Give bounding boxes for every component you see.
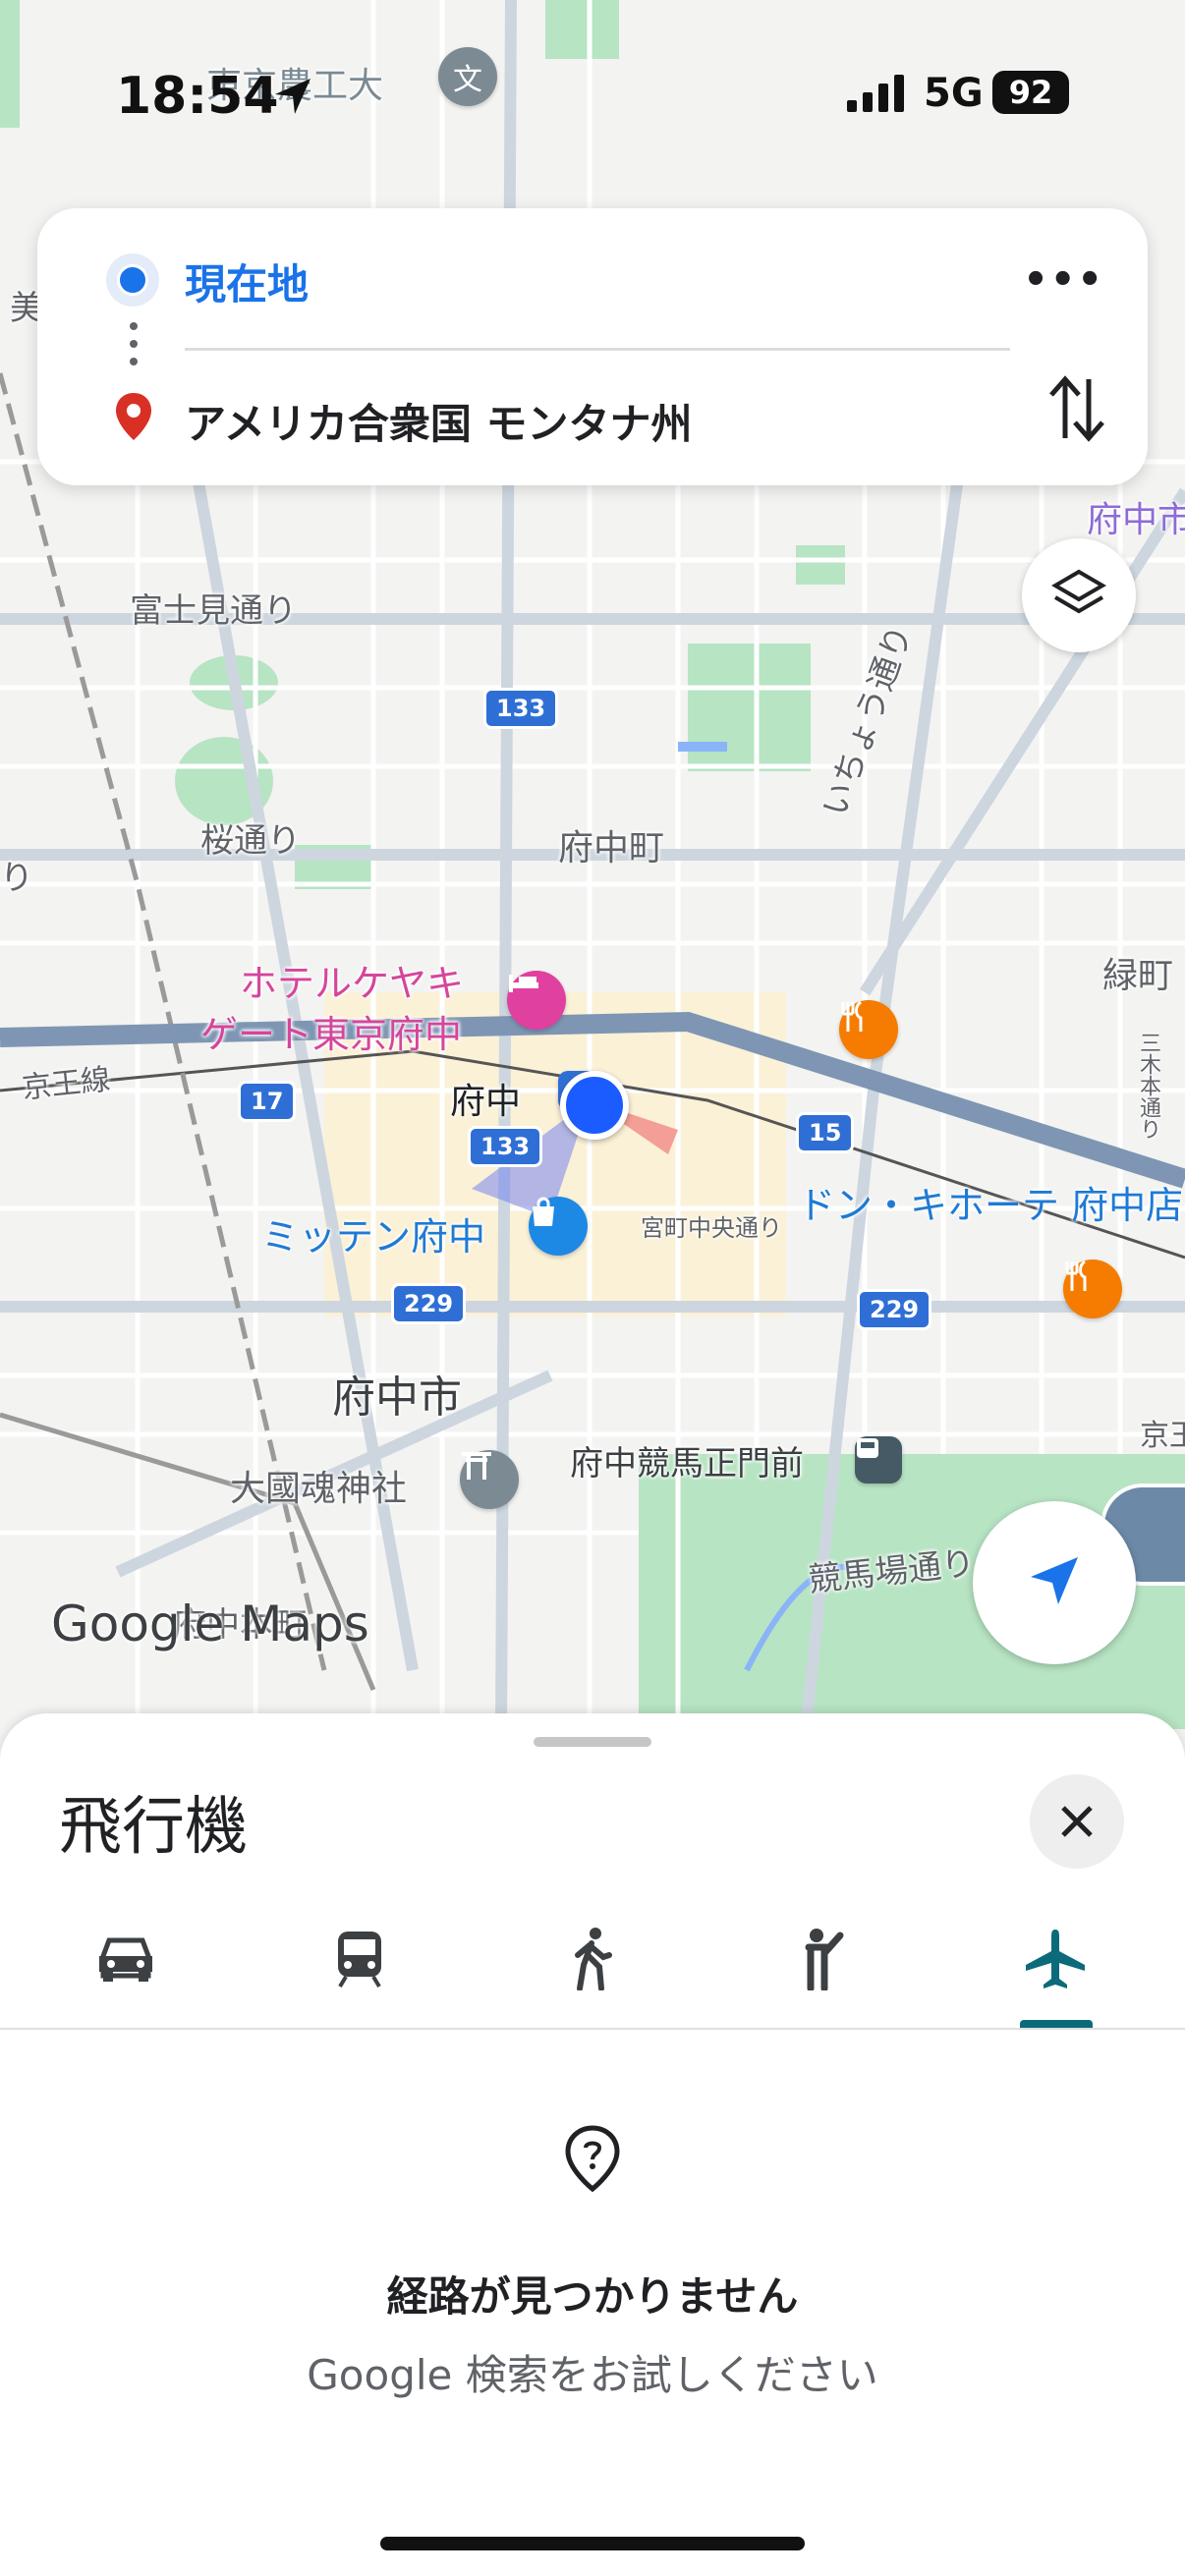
current-location-dot[interactable] (560, 1071, 629, 1140)
origin-dot-icon (106, 253, 159, 307)
label-fuchu-shi-2: 府中市 (1087, 500, 1185, 540)
status-time: 18:54 (116, 67, 279, 126)
navigation-button[interactable] (973, 1501, 1136, 1664)
route-shield-17: 17 (238, 1081, 297, 1122)
layers-icon (1051, 566, 1106, 625)
route-shield-229-east: 229 (857, 1289, 932, 1330)
close-icon (1061, 1806, 1093, 1837)
restaurant-poi-icon[interactable] (839, 1000, 898, 1059)
label-fuchu-cho: 府中町 (558, 828, 665, 868)
close-button[interactable] (1030, 1774, 1124, 1869)
location-arrow-icon (271, 75, 314, 122)
route-dots-icon (130, 322, 138, 371)
hotel-poi-icon[interactable] (507, 971, 566, 1030)
no-route-subtitle: Google 検索をお試しください (307, 2351, 878, 2399)
label-donki[interactable]: ドン・キホーテ 府中店 (798, 1175, 1183, 1229)
car-icon (99, 1937, 152, 1982)
restaurant-poi-icon-2[interactable] (1063, 1260, 1122, 1318)
label-edge-2: り (0, 859, 33, 898)
route-shield-133-south: 133 (468, 1126, 543, 1167)
route-shield-229-west: 229 (391, 1283, 467, 1324)
network-type: 5G (924, 71, 984, 116)
label-fuchu-station[interactable]: 府中 (450, 1073, 521, 1124)
card-divider (185, 348, 1010, 351)
label-sanbon: 三木本通り (1136, 1032, 1160, 1140)
swap-route-button[interactable] (1047, 373, 1106, 444)
google-maps-logo: Google Maps (51, 1596, 369, 1652)
more-options-button[interactable]: ••• (1023, 257, 1104, 303)
signal-icon (847, 75, 908, 116)
route-card: 現在地 アメリカ合衆国 モンタナ州 ••• (37, 208, 1148, 485)
layers-button[interactable] (1022, 538, 1136, 652)
label-hotel-2[interactable]: ゲート東京府中 (200, 1004, 462, 1058)
destination-field[interactable]: アメリカ合衆国 モンタナ州 (185, 391, 693, 451)
tab-car[interactable] (77, 1920, 175, 1998)
shopping-poi-icon[interactable] (529, 1197, 588, 1256)
destination-pin-icon (114, 391, 153, 446)
label-edge-3: 京王 (1140, 1419, 1185, 1453)
origin-field[interactable]: 現在地 (185, 252, 309, 311)
label-sakura-dori: 桜通り (200, 821, 301, 861)
no-route-pin-icon (562, 2124, 623, 2193)
shrine-poi-icon[interactable] (460, 1450, 519, 1509)
bottom-sheet: 飛行機 経路が見つかりません Google 検索をお試しください (0, 1713, 1185, 2576)
home-indicator[interactable] (380, 2537, 805, 2550)
tab-ride[interactable] (774, 1920, 873, 1998)
label-keiba-seimon[interactable]: 府中競馬正門前 (570, 1436, 804, 1484)
walk-icon (575, 1928, 612, 1990)
flight-icon (1026, 1930, 1085, 1988)
label-miyamachi: 宮町中央通り (641, 1214, 782, 1242)
battery-indicator: 92 (992, 71, 1069, 114)
label-okunitama[interactable]: 大國魂神社 (230, 1460, 407, 1511)
travel-mode-tabs (0, 1910, 1185, 2028)
tab-transit[interactable] (310, 1920, 409, 1998)
route-shield-133-north: 133 (483, 688, 559, 729)
label-fujimi-dori: 富士見通り (130, 591, 297, 631)
sheet-title: 飛行機 (59, 1791, 248, 1864)
label-midori-cho: 緑町 (1102, 956, 1174, 996)
label-mitten[interactable]: ミッテン府中 (261, 1206, 485, 1260)
status-bar: 18:54 5G 92 (0, 59, 1185, 138)
label-keio-line: 京王線 (20, 1062, 112, 1106)
bus-stop-icon[interactable] (855, 1436, 902, 1484)
sheet-drag-handle[interactable] (534, 1737, 651, 1747)
train-icon (338, 1932, 381, 1988)
active-tab-indicator (1020, 2020, 1093, 2028)
tab-flight[interactable] (1006, 1920, 1104, 1998)
label-fuchu-shi: 府中市 (332, 1372, 462, 1423)
ride-hail-icon (805, 1929, 844, 1990)
tab-walk[interactable] (542, 1920, 641, 1998)
navigation-arrow-icon (1025, 1551, 1084, 1614)
label-hotel-1[interactable]: ホテルケヤキ (240, 953, 464, 1007)
route-shield-15: 15 (796, 1112, 855, 1153)
no-route-title: 経路が見つかりません (386, 2272, 799, 2321)
tabs-divider (0, 2028, 1185, 2030)
